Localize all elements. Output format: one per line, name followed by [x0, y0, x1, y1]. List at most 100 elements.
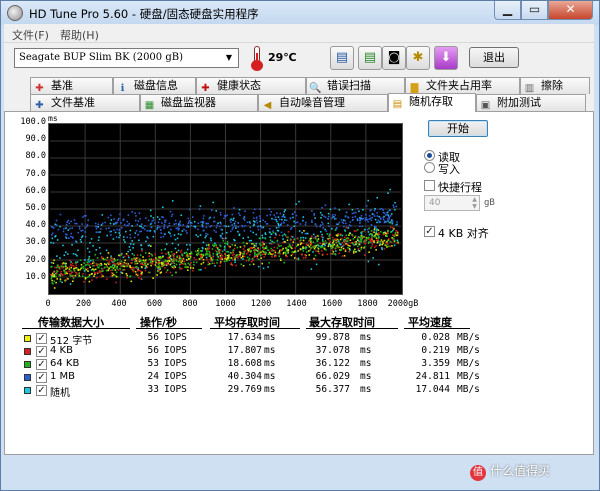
data-point [91, 279, 93, 281]
data-point [338, 252, 341, 255]
copy-screen-button[interactable]: ▤ [358, 46, 382, 70]
data-point [237, 255, 239, 258]
data-point [379, 217, 382, 219]
spinner-arrows-icon[interactable]: ▲ ▼ [470, 196, 479, 210]
data-point [279, 253, 281, 255]
data-point [356, 219, 359, 221]
data-point [314, 217, 316, 219]
tab-benchmark[interactable]: ✚ 基准 [30, 77, 113, 94]
data-point [332, 236, 334, 239]
tab-noise-management[interactable]: ◀ 自动噪音管理 [258, 94, 388, 111]
data-point [255, 242, 258, 245]
data-point [129, 229, 132, 232]
options-button[interactable]: ✱ [406, 46, 430, 70]
data-point [92, 259, 94, 261]
data-point [51, 237, 54, 240]
write-radio[interactable] [424, 162, 435, 173]
data-point [184, 251, 186, 254]
data-point [186, 269, 189, 271]
data-point [334, 238, 336, 241]
title-bar[interactable]: HD Tune Pro 5.60 - 硬盘/固态硬盘实用程序 ▁ ▭ ✕ [1, 1, 599, 25]
close-button[interactable]: ✕ [548, 1, 593, 20]
data-point [352, 242, 354, 245]
tab-folder-usage[interactable]: ▇ 文件夹占用率 [405, 77, 520, 94]
data-point [126, 274, 129, 277]
exit-button[interactable]: 退出 [469, 47, 519, 68]
tab-random-access[interactable]: ▤ 随机存取 [388, 93, 476, 112]
data-point [205, 249, 208, 252]
data-point [113, 218, 115, 220]
data-point [185, 255, 188, 258]
short-stroke-checkbox[interactable] [424, 180, 435, 191]
data-point [284, 209, 286, 211]
data-point [117, 219, 119, 221]
data-point [300, 236, 302, 239]
data-point [164, 221, 166, 223]
data-point [376, 221, 378, 224]
start-button[interactable]: 开始 [428, 120, 488, 137]
data-point [157, 256, 160, 258]
app-logo-icon [7, 5, 23, 21]
data-point [290, 235, 293, 238]
series-checkbox[interactable]: ✓ [36, 333, 47, 344]
data-point [339, 234, 342, 236]
data-point [83, 280, 85, 283]
data-point [68, 266, 71, 268]
data-point [367, 220, 369, 223]
data-point [71, 236, 74, 238]
data-point [224, 215, 227, 218]
maximize-button[interactable]: ▭ [521, 1, 548, 20]
data-point [88, 274, 91, 276]
tab-erase[interactable]: ▥ 擦除 [520, 77, 590, 94]
data-point [158, 263, 160, 265]
data-point [356, 229, 359, 231]
tab-health[interactable]: ✚ 健康状态 [196, 77, 306, 94]
data-point [147, 237, 149, 240]
menu-file[interactable]: 文件(F) [12, 27, 49, 43]
screenshot-button[interactable]: ◙ [382, 46, 406, 70]
copy-info-button[interactable]: ▤ [330, 46, 354, 70]
data-point [61, 263, 64, 266]
data-point [319, 231, 322, 233]
series-checkbox[interactable]: ✓ [36, 346, 47, 357]
data-point [95, 262, 98, 265]
align-4kb-checkbox[interactable]: ✓ [424, 226, 435, 237]
data-point [57, 228, 60, 231]
read-radio[interactable] [424, 150, 435, 161]
data-point [205, 252, 208, 255]
data-point [271, 255, 273, 258]
watermark-logo-icon: 值 [470, 465, 486, 481]
series-color-swatch [24, 348, 31, 355]
data-point [386, 220, 389, 223]
tab-error-scan[interactable]: 🔍 错误扫描 [306, 77, 405, 94]
series-checkbox[interactable]: ✓ [36, 385, 47, 396]
data-point [161, 222, 163, 224]
download-button[interactable]: ⬇ [434, 46, 458, 70]
data-point [215, 246, 218, 248]
data-point [86, 263, 88, 266]
data-point [160, 236, 162, 239]
menu-help[interactable]: 帮助(H) [60, 27, 99, 43]
data-point [253, 223, 255, 226]
data-point [187, 217, 190, 220]
series-checkbox[interactable]: ✓ [36, 359, 47, 370]
drive-select[interactable]: Seagate BUP Slim BK (2000 gB) ▼ [14, 48, 239, 68]
data-point [148, 258, 151, 260]
data-point [346, 243, 349, 245]
data-point [179, 268, 182, 270]
data-point [273, 218, 276, 221]
tab-extra-tests[interactable]: ▣ 附加测试 [476, 94, 586, 111]
data-point [116, 259, 119, 261]
tab-disk-info[interactable]: ℹ 磁盘信息 [113, 77, 196, 94]
data-point [106, 278, 108, 280]
data-point [304, 246, 307, 248]
data-point [184, 266, 186, 268]
series-checkbox[interactable]: ✓ [36, 372, 47, 383]
tab-file-benchmark[interactable]: ✚ 文件基准 [30, 94, 140, 111]
dropdown-arrow-icon[interactable]: ▼ [222, 50, 236, 66]
data-point [169, 255, 172, 257]
data-point [295, 245, 298, 248]
minimize-button[interactable]: ▁ [494, 1, 521, 20]
tab-disk-monitor[interactable]: ▦ 磁盘监视器 [140, 94, 258, 111]
data-point [312, 233, 315, 236]
